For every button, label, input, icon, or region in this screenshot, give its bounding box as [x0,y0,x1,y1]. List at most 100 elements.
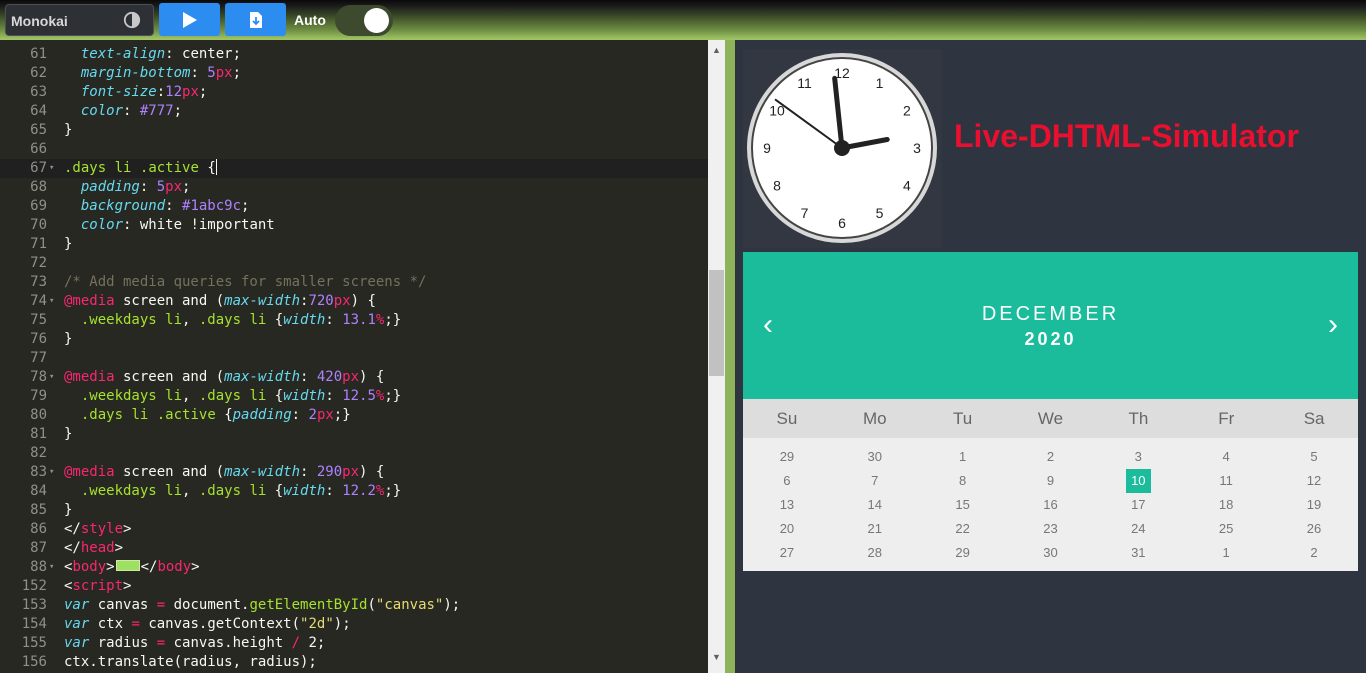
fold-arrow-icon[interactable]: ▾ [49,463,54,482]
play-icon [182,11,197,28]
calendar-day[interactable]: 20 [743,517,831,541]
day-number: 4 [1222,449,1230,464]
calendar-day[interactable]: 19 [1270,493,1358,517]
code-line[interactable]: 84 .weekdays li, .days li {width: 12.2%;… [0,482,708,501]
day-number: 1 [1222,545,1230,560]
auto-toggle[interactable] [335,5,393,36]
code-line[interactable]: 154 var ctx = canvas.getContext("2d"); [0,615,708,634]
code-line[interactable]: 76} [0,330,708,349]
scrollbar-thumb[interactable] [709,270,724,376]
calendar-day[interactable]: 12 [1270,469,1358,493]
code-line[interactable]: 152 <script> [0,577,708,596]
code-line[interactable]: 67 ▾ .days li .active { [0,159,708,178]
code-line[interactable]: 64 color: #777; [0,102,708,121]
calendar-day[interactable]: 25 [1182,517,1270,541]
line-number: 79 [30,388,47,404]
calendar-day[interactable]: 29 [919,541,1007,565]
calendar-day[interactable]: 11 [1182,469,1270,493]
code-line[interactable]: 69 background: #1abc9c; [0,197,708,216]
calendar-day[interactable]: 31 [1094,541,1182,565]
code-line[interactable]: 87 </head> [0,539,708,558]
calendar-day[interactable]: 26 [1270,517,1358,541]
fold-arrow-icon[interactable]: ▾ [49,292,54,311]
calendar-day[interactable]: 13 [743,493,831,517]
code-line[interactable]: 68 padding: 5px; [0,178,708,197]
day-number: 14 [867,497,882,512]
code-line[interactable]: 74 ▾ @media screen and (max-width:720px) { [0,292,708,311]
calendar-day[interactable]: 5 [1270,445,1358,469]
calendar-day[interactable]: 29 [743,445,831,469]
fold-arrow-icon[interactable]: ▾ [49,558,54,577]
calendar-day[interactable]: 9 [1007,469,1095,493]
code-line[interactable]: 77 [0,349,708,368]
code-line[interactable]: 61 text-align: center; [0,45,708,64]
theme-select[interactable]: Monokai [5,4,154,36]
code-line[interactable]: 88 ▾ <body> </body> [0,558,708,577]
calendar-day[interactable]: 28 [831,541,919,565]
code-line[interactable]: 153 var canvas = document.getElementById(… [0,596,708,615]
weekday-label: Th [1128,409,1149,428]
code-line[interactable]: 82 [0,444,708,463]
calendar-day[interactable]: 14 [831,493,919,517]
code-line[interactable]: 72 [0,254,708,273]
code-line[interactable]: 83 ▾ @media screen and (max-width: 290px) … [0,463,708,482]
calendar-day[interactable]: 24 [1094,517,1182,541]
run-button[interactable] [159,3,220,36]
calendar-day[interactable]: 18 [1182,493,1270,517]
text-cursor [215,159,217,175]
pane-splitter[interactable] [725,40,735,673]
code-line[interactable]: 73 /* Add media queries for smaller scree… [0,273,708,292]
calendar-day[interactable]: 6 [743,469,831,493]
contrast-icon[interactable] [123,11,141,29]
code-text: var canvas = document.getElementById("ca… [64,597,461,613]
calendar-day[interactable]: 30 [831,445,919,469]
code-line[interactable]: 70 color: white !important [0,216,708,235]
code-line[interactable]: 63 font-size:12px; [0,83,708,102]
code-line[interactable]: 155 var radius = canvas.height / 2; [0,634,708,653]
editor-scrollbar[interactable]: ▲ ▼ [708,40,725,673]
calendar-day[interactable]: 2 [1007,445,1095,469]
calendar-day[interactable]: 17 [1094,493,1182,517]
code-line[interactable]: 79 .weekdays li, .days li {width: 12.5%;… [0,387,708,406]
code-line[interactable]: 62 margin-bottom: 5px; [0,64,708,83]
calendar-day[interactable]: 27 [743,541,831,565]
code-line[interactable]: 78 ▾ @media screen and (max-width: 420px) … [0,368,708,387]
day-number: 11 [1219,473,1233,488]
code-text: margin-bottom: 5px; [80,65,242,81]
save-button[interactable] [225,3,286,36]
fold-marker-icon[interactable] [115,560,140,571]
code-line[interactable]: 66 [0,140,708,159]
code-line[interactable]: 85} [0,501,708,520]
calendar-day[interactable]: 8 [919,469,1007,493]
day-number: 25 [1218,521,1234,536]
fold-arrow-icon[interactable]: ▾ [49,368,54,387]
calendar-day[interactable]: 30 [1007,541,1095,565]
calendar-day[interactable]: 7 [831,469,919,493]
code-line[interactable]: 81} [0,425,708,444]
calendar-day[interactable]: 3 [1094,445,1182,469]
line-number: 152 [21,578,47,594]
code-line[interactable]: 86 </style> [0,520,708,539]
day-number: 19 [1306,497,1322,512]
calendar-day[interactable]: 1 [1182,541,1270,565]
calendar-day[interactable]: 23 [1007,517,1095,541]
calendar-day[interactable]: 15 [919,493,1007,517]
code-line[interactable]: 71} [0,235,708,254]
fold-arrow-icon[interactable]: ▾ [49,159,54,178]
calendar-day[interactable]: 4 [1182,445,1270,469]
code-line[interactable]: 156 ctx.translate(radius, radius); [0,653,708,672]
code-line[interactable]: 65} [0,121,708,140]
scroll-down-arrow-icon[interactable]: ▼ [712,652,721,662]
calendar-day[interactable]: 22 [919,517,1007,541]
line-number: 80 [30,407,47,423]
calendar-day[interactable]: 1 [919,445,1007,469]
code-line[interactable]: 80 .days li .active {padding: 2px;} [0,406,708,425]
code-editor[interactable]: 61 text-align: center; 62 margin-bottom: … [0,40,708,673]
code-line[interactable]: 75 .weekdays li, .days li {width: 13.1%;… [0,311,708,330]
scroll-up-arrow-icon[interactable]: ▲ [712,45,721,55]
calendar-day[interactable]: 2 [1270,541,1358,565]
calendar-day[interactable]: 21 [831,517,919,541]
calendar-day-today[interactable]: 10 [1094,469,1182,493]
calendar-day[interactable]: 16 [1007,493,1095,517]
code-text: </head> [64,540,124,556]
